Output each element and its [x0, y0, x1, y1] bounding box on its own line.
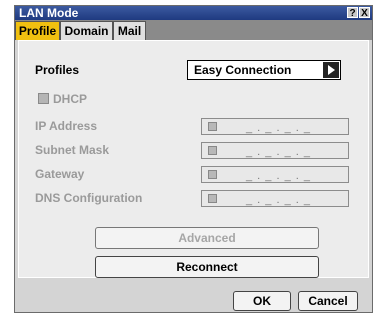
gateway-field[interactable]: _ . _ . _ . _: [201, 166, 349, 183]
dns-configuration-label: DNS Configuration: [35, 191, 143, 205]
field-icon: [208, 170, 217, 179]
tab-domain[interactable]: Domain: [60, 21, 113, 40]
window-title: LAN Mode: [19, 6, 79, 20]
subnet-mask-label: Subnet Mask: [35, 143, 110, 157]
ip-address-label: IP Address: [35, 119, 98, 133]
profiles-select-value: Easy Connection: [194, 63, 292, 77]
dns-configuration-field[interactable]: _ . _ . _ . _: [201, 190, 349, 207]
field-icon: [208, 122, 217, 131]
tab-mail[interactable]: Mail: [113, 21, 146, 40]
help-icon[interactable]: ?: [347, 7, 358, 19]
ip-address-value: _ . _ . _ . _: [246, 122, 311, 134]
subnet-mask-field[interactable]: _ . _ . _ . _: [201, 142, 349, 159]
gateway-value: _ . _ . _ . _: [246, 170, 311, 182]
title-bar: LAN Mode ? X: [15, 6, 372, 20]
profiles-select[interactable]: Easy Connection: [187, 60, 341, 80]
dhcp-label: DHCP: [53, 92, 88, 106]
field-icon: [208, 146, 217, 155]
ip-address-field[interactable]: _ . _ . _ . _: [201, 118, 349, 135]
tab-profile[interactable]: Profile: [15, 21, 60, 40]
gateway-label: Gateway: [35, 167, 85, 181]
advanced-button[interactable]: Advanced: [95, 227, 319, 249]
cancel-button[interactable]: Cancel: [298, 291, 358, 311]
dropdown-arrow-icon[interactable]: [323, 62, 339, 78]
ok-button[interactable]: OK: [233, 291, 291, 311]
profiles-label: Profiles: [35, 63, 80, 77]
lan-mode-dialog: LAN Mode ? X Profile Domain Mail Profile…: [14, 5, 373, 313]
reconnect-button[interactable]: Reconnect: [95, 256, 319, 278]
field-icon: [208, 194, 217, 203]
close-icon[interactable]: X: [359, 7, 370, 19]
dhcp-checkbox[interactable]: [38, 93, 49, 104]
tab-bar: Profile Domain Mail: [15, 20, 372, 40]
subnet-mask-value: _ . _ . _ . _: [246, 146, 311, 158]
dns-configuration-value: _ . _ . _ . _: [246, 194, 311, 206]
